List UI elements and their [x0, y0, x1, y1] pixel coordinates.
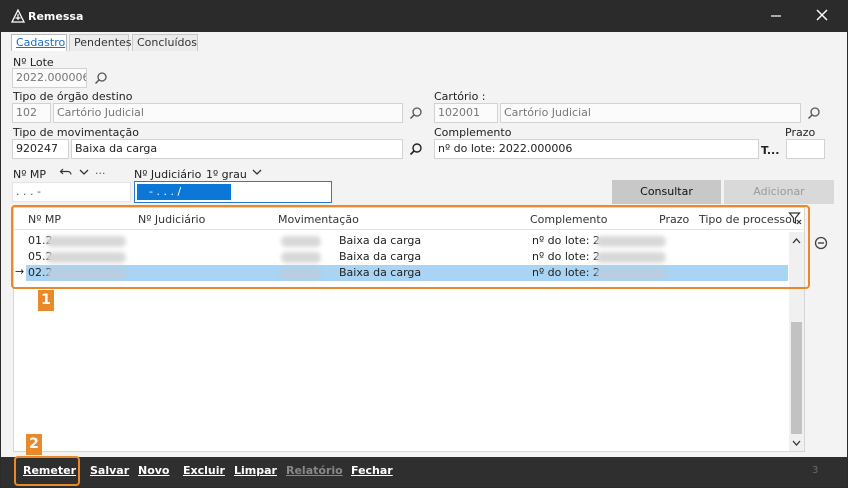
njud-field[interactable]: - . . . / [134, 181, 332, 203]
adicionar-button: Adicionar [724, 180, 834, 204]
excluir-button[interactable]: Excluir [183, 464, 225, 477]
window-title: Remessa [28, 10, 84, 23]
cartorio-label: Cartório : [434, 90, 486, 103]
novo-button[interactable]: Novo [138, 464, 170, 477]
search-icon[interactable] [409, 142, 423, 156]
consultar-processos-button[interactable]: Consultar Processos [612, 180, 721, 222]
nmp-field[interactable]: . . . - [12, 182, 131, 202]
tab-cadastro[interactable]: Cadastro [11, 34, 67, 51]
tipo-orgao-label: Tipo de órgão destino [13, 90, 133, 103]
highlight-box-grid [11, 205, 810, 289]
tipo-orgao-code-field[interactable]: 102 [12, 103, 51, 123]
excluir-label: Excluir [183, 464, 225, 477]
tab-pendentes[interactable]: Pendentes [69, 34, 132, 51]
salvar-label: Salvar [90, 464, 130, 477]
cartorio-name-field[interactable]: Cartório Judicial [500, 103, 801, 123]
njud-label: Nº Judiciário [134, 168, 202, 181]
scroll-thumb[interactable] [791, 322, 802, 434]
remove-row-icon[interactable] [814, 236, 828, 250]
highlight-box-remeter [14, 456, 80, 486]
complemento-expand-button[interactable]: T... [761, 144, 779, 157]
complemento-label: Complemento [434, 126, 512, 139]
tipo-movimentacao-code-field[interactable]: 920247 [12, 139, 69, 159]
undo-icon[interactable] [59, 165, 73, 179]
title-bar: Remessa [1, 1, 847, 32]
lote-field[interactable]: 2022.000006 [12, 68, 87, 88]
app-logo-icon [11, 9, 25, 23]
relatorio-label: Relatório [286, 464, 343, 477]
limpar-label: Limpar [234, 464, 277, 477]
record-count: 3 [812, 465, 819, 476]
complemento-field[interactable]: nº do lote: 2022.000006 [434, 139, 759, 159]
limpar-button[interactable]: Limpar [234, 464, 277, 477]
grau-selector[interactable]: 1º grau [206, 168, 247, 181]
salvar-button[interactable]: Salvar [90, 464, 129, 477]
footer-toolbar: Remeter Salvar Novo Excluir Limpar Relat… [1, 457, 847, 487]
search-icon[interactable] [807, 106, 821, 120]
remessa-window: Remessa Cadastro Pendentes Concluídos Nº… [0, 0, 848, 488]
tab-concluidos[interactable]: Concluídos [132, 34, 198, 51]
more-options-button[interactable]: ··· [95, 167, 106, 180]
novo-label: Novo [138, 464, 170, 477]
nmp-label: Nº MP [13, 168, 47, 181]
tipo-orgao-name-field[interactable]: Cartório Judicial [53, 103, 403, 123]
cartorio-code-field[interactable]: 102001 [434, 103, 498, 123]
fechar-label: Fechar [351, 464, 393, 477]
close-icon[interactable] [811, 5, 833, 27]
chevron-down-icon[interactable] [77, 165, 91, 179]
fechar-button[interactable]: Fechar [351, 464, 393, 477]
minimize-icon[interactable] [765, 5, 787, 27]
scroll-down-icon[interactable] [791, 439, 802, 448]
tipo-movimentacao-name-field[interactable]: Baixa da carga [71, 139, 403, 159]
tipo-movimentacao-label: Tipo de movimentação [13, 126, 139, 139]
annotation-badge-1: 1 [38, 290, 54, 311]
relatorio-button: Relatório [286, 464, 343, 477]
prazo-field[interactable] [786, 139, 825, 159]
annotation-badge-2: 2 [26, 434, 42, 455]
njud-field-selection: - . . . / [137, 184, 231, 200]
search-icon[interactable] [94, 71, 108, 85]
prazo-label: Prazo [785, 126, 816, 139]
chevron-down-icon[interactable] [250, 165, 264, 179]
search-icon[interactable] [409, 106, 423, 120]
